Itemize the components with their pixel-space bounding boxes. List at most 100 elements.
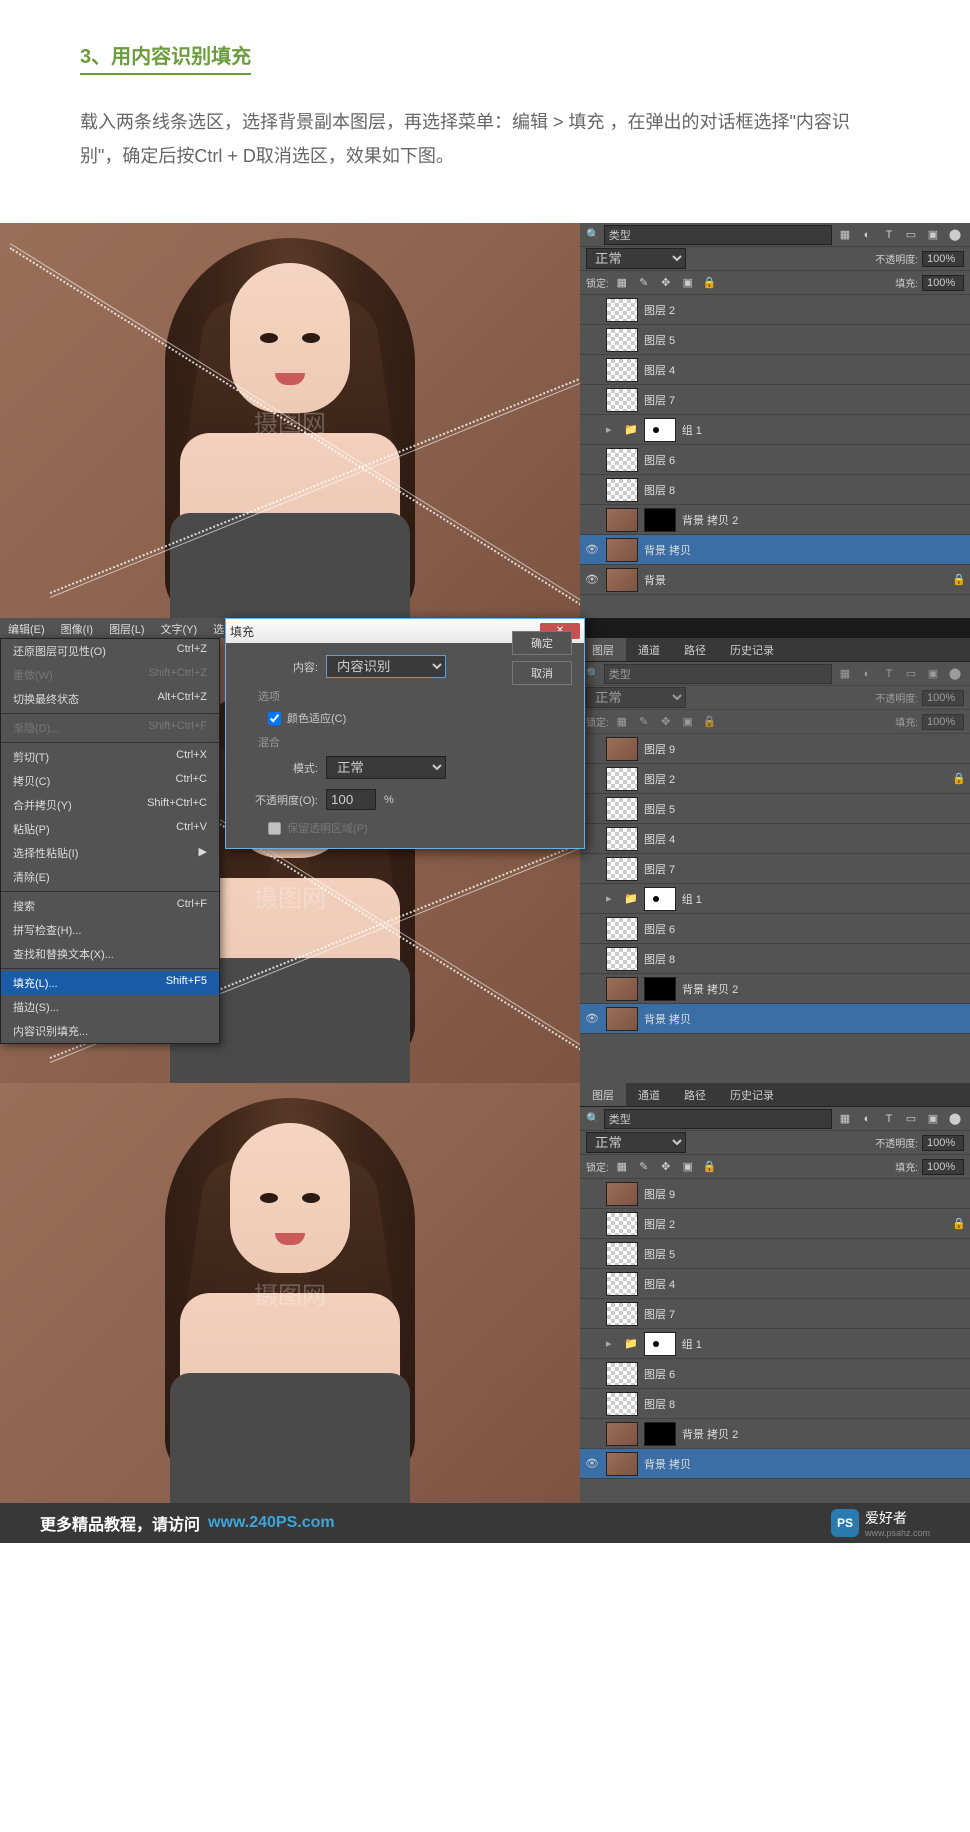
- layer-row[interactable]: ▸📁组 1: [580, 415, 970, 445]
- edit-menu-item[interactable]: 剪切(T)Ctrl+X: [1, 745, 219, 769]
- filter-pixel-icon[interactable]: ▦: [836, 665, 854, 683]
- layer-row[interactable]: 👁背景🔒: [580, 565, 970, 595]
- lock-position-icon[interactable]: ✥: [657, 1158, 675, 1176]
- edit-menu-item[interactable]: 描边(S)...: [1, 995, 219, 1019]
- edit-menu-item[interactable]: 拼写检查(H)...: [1, 918, 219, 942]
- layer-thumbnail[interactable]: [606, 1452, 638, 1476]
- menu-item[interactable]: 文字(Y): [153, 618, 206, 638]
- layer-thumbnail[interactable]: [606, 328, 638, 352]
- layer-thumbnail[interactable]: [606, 298, 638, 322]
- color-adapt-checkbox[interactable]: [268, 712, 281, 725]
- layer-thumbnail[interactable]: [606, 1212, 638, 1236]
- edit-menu-item[interactable]: 搜索Ctrl+F: [1, 894, 219, 918]
- layer-thumbnail[interactable]: [606, 448, 638, 472]
- panel-tab[interactable]: 路径: [672, 638, 718, 661]
- layer-row[interactable]: 背景 拷贝 2: [580, 505, 970, 535]
- layer-name[interactable]: 组 1: [682, 422, 966, 438]
- layer-row[interactable]: 图层 6: [580, 1359, 970, 1389]
- fill-value[interactable]: 100%: [922, 1159, 964, 1175]
- layer-row[interactable]: 👁背景 拷贝: [580, 535, 970, 565]
- panel-tab[interactable]: 历史记录: [718, 638, 786, 661]
- layer-row[interactable]: 图层 8: [580, 1389, 970, 1419]
- group-arrow-icon[interactable]: ▸: [606, 892, 618, 905]
- lock-artboard-icon[interactable]: ▣: [679, 274, 697, 292]
- layer-thumbnail[interactable]: [606, 1362, 638, 1386]
- layer-name[interactable]: 背景 拷贝 2: [682, 981, 966, 997]
- opacity-value[interactable]: 100%: [922, 1135, 964, 1151]
- layer-name[interactable]: 图层 5: [644, 1246, 966, 1262]
- layer-name[interactable]: 组 1: [682, 891, 966, 907]
- visibility-icon[interactable]: 👁: [584, 1457, 600, 1470]
- layer-list[interactable]: 图层 9图层 2🔒图层 5图层 4图层 7▸📁组 1图层 6图层 8背景 拷贝 …: [580, 1179, 970, 1479]
- layer-name[interactable]: 图层 2: [644, 1216, 946, 1232]
- ok-button[interactable]: 确定: [512, 631, 572, 655]
- layer-row[interactable]: 图层 4: [580, 1269, 970, 1299]
- panel-tab[interactable]: 通道: [626, 1083, 672, 1106]
- layer-row[interactable]: 背景 拷贝 2: [580, 1419, 970, 1449]
- lock-artboard-icon[interactable]: ▣: [679, 1158, 697, 1176]
- layer-row[interactable]: 图层 5: [580, 325, 970, 355]
- panel-tab[interactable]: 历史记录: [718, 1083, 786, 1106]
- filter-text-icon[interactable]: T: [880, 1110, 898, 1128]
- layer-thumbnail[interactable]: [606, 1242, 638, 1266]
- layer-name[interactable]: 图层 6: [644, 921, 966, 937]
- content-select[interactable]: 内容识别: [326, 655, 446, 678]
- mode-select[interactable]: 正常: [326, 756, 446, 779]
- layer-mask-thumbnail[interactable]: [644, 508, 676, 532]
- layer-name[interactable]: 图层 5: [644, 801, 966, 817]
- layer-name[interactable]: 图层 7: [644, 861, 966, 877]
- layer-name[interactable]: 图层 7: [644, 392, 966, 408]
- layer-name[interactable]: 背景 拷贝: [644, 1456, 966, 1472]
- layer-row[interactable]: 👁 背景 拷贝: [580, 1449, 970, 1479]
- menu-item[interactable]: 图层(L): [101, 618, 152, 638]
- layer-name[interactable]: 图层 8: [644, 951, 966, 967]
- layer-thumbnail[interactable]: [606, 767, 638, 791]
- filter-smart-icon[interactable]: ▣: [924, 226, 942, 244]
- group-arrow-icon[interactable]: ▸: [606, 423, 618, 436]
- layer-row[interactable]: ▸📁组 1: [580, 1329, 970, 1359]
- panel-tab[interactable]: 图层: [580, 1083, 626, 1106]
- layer-name[interactable]: 图层 7: [644, 1306, 966, 1322]
- panel-tab[interactable]: 路径: [672, 1083, 718, 1106]
- layer-thumbnail[interactable]: [606, 917, 638, 941]
- layer-thumbnail[interactable]: [606, 538, 638, 562]
- layer-name[interactable]: 图层 4: [644, 362, 966, 378]
- edit-menu-item[interactable]: 合并拷贝(Y)Shift+Ctrl+C: [1, 793, 219, 817]
- layer-name[interactable]: 图层 9: [644, 741, 966, 757]
- filter-pixel-icon[interactable]: ▦: [836, 226, 854, 244]
- edit-menu-item[interactable]: 还原图层可见性(O)Ctrl+Z: [1, 639, 219, 663]
- layer-list[interactable]: 图层 2图层 5图层 4图层 7▸📁组 1图层 6图层 8背景 拷贝 2👁背景 …: [580, 295, 970, 595]
- layer-row[interactable]: 图层 2🔒: [580, 1209, 970, 1239]
- layer-thumbnail[interactable]: [606, 1182, 638, 1206]
- filter-smart-icon[interactable]: ▣: [924, 665, 942, 683]
- layer-row[interactable]: 图层 5: [580, 1239, 970, 1269]
- layer-name[interactable]: 背景 拷贝 2: [682, 1426, 966, 1442]
- layer-row[interactable]: 图层 4: [580, 355, 970, 385]
- layer-thumbnail[interactable]: [606, 358, 638, 382]
- edit-menu-item[interactable]: 拷贝(C)Ctrl+C: [1, 769, 219, 793]
- filter-adjust-icon[interactable]: ◐: [858, 1110, 876, 1128]
- layer-name[interactable]: 图层 6: [644, 1366, 966, 1382]
- layer-row[interactable]: 图层 6: [580, 914, 970, 944]
- filter-type-select[interactable]: 类型: [604, 225, 832, 245]
- lock-paint-icon[interactable]: ✎: [635, 274, 653, 292]
- canvas-area[interactable]: 摄图网: [0, 223, 580, 618]
- filter-toggle-icon[interactable]: ⬤: [946, 1110, 964, 1128]
- filter-shape-icon[interactable]: ▭: [902, 665, 920, 683]
- filter-type-select[interactable]: 类型: [604, 1109, 832, 1129]
- edit-menu-item[interactable]: 内容识别填充...: [1, 1019, 219, 1043]
- layer-thumbnail[interactable]: [606, 857, 638, 881]
- layer-name[interactable]: 背景 拷贝: [644, 542, 966, 558]
- layer-row[interactable]: 图层 8: [580, 475, 970, 505]
- menu-item[interactable]: 编辑(E): [0, 618, 53, 638]
- layer-thumbnail[interactable]: [606, 1007, 638, 1031]
- layer-row[interactable]: 图层 4: [580, 824, 970, 854]
- lock-transparency-icon[interactable]: ▦: [613, 274, 631, 292]
- filter-shape-icon[interactable]: ▭: [902, 226, 920, 244]
- edit-menu-item[interactable]: 清除(E): [1, 865, 219, 889]
- layer-row[interactable]: 图层 2: [580, 295, 970, 325]
- layer-row[interactable]: 图层 5: [580, 794, 970, 824]
- lock-all-icon[interactable]: 🔒: [701, 1158, 719, 1176]
- layer-row[interactable]: 👁背景 拷贝: [580, 1004, 970, 1034]
- blend-mode-select[interactable]: 正常: [586, 248, 686, 269]
